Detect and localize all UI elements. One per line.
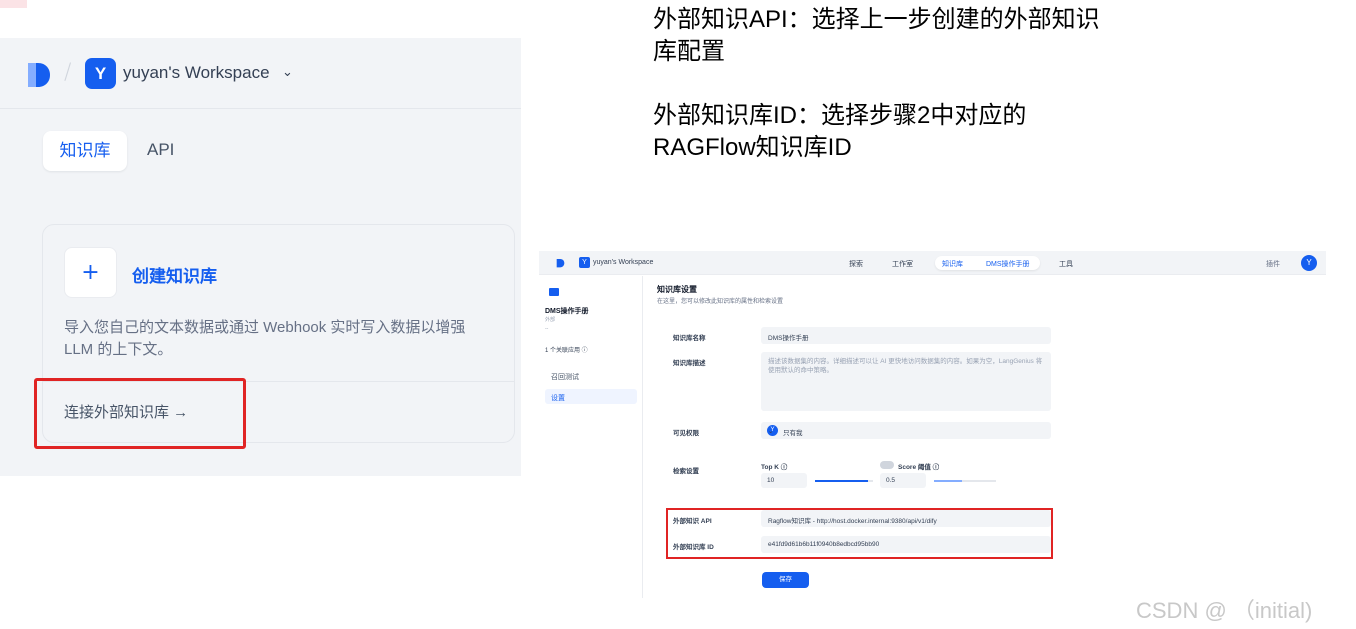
annotation-external-api: 外部知识API：选择上一步创建的外部知识库配置 xyxy=(653,6,1100,65)
nav-knowledge-pill[interactable]: 知识库 DMS操作手册 xyxy=(935,256,1040,270)
chevron-down-icon: ⌄ xyxy=(768,428,774,435)
sidebar-item-retrieval-test[interactable]: 召回测试 xyxy=(551,372,579,382)
sidebar-item-settings[interactable]: 设置 xyxy=(545,389,637,404)
breadcrumb-separator: / xyxy=(64,60,72,85)
app-logo-icon[interactable] xyxy=(26,61,52,88)
score-slider[interactable] xyxy=(934,480,996,482)
kb-sidebar: DMS操作手册 外部 -- 1 个关联应用 ⓘ 召回测试 设置 xyxy=(539,276,643,598)
folder-icon xyxy=(549,288,559,296)
watermark: CSDN @ （initial) xyxy=(1136,598,1313,623)
workspace-name[interactable]: yuyan's Workspace xyxy=(123,63,270,83)
top-header: / Y yuyan's Workspace ⌄ xyxy=(0,38,521,109)
visibility-label: 可见权限 xyxy=(673,430,699,437)
linked-apps[interactable]: 1 个关联应用 ⓘ xyxy=(545,345,588,354)
create-knowledge-description: 导入您自己的文本数据或通过 Webhook 实时写入数据以增强 LLM 的上下文… xyxy=(64,319,466,358)
highlight-box xyxy=(34,378,246,449)
user-avatar[interactable]: Y xyxy=(1301,255,1317,271)
page-subtitle: 在这里，您可以修改此知识库的属性和检索设置 xyxy=(657,299,784,305)
app-logo-icon[interactable] xyxy=(556,258,565,268)
workspace-name[interactable]: yuyan's Workspace xyxy=(593,259,653,266)
kb-name: DMS操作手册 xyxy=(545,308,589,315)
nav-explore[interactable]: 探索 xyxy=(849,259,863,269)
name-label: 知识库名称 xyxy=(673,335,706,342)
sidebar-item-label: 设置 xyxy=(551,395,565,402)
workspace-avatar[interactable]: Y xyxy=(85,58,116,89)
tab-api[interactable]: API xyxy=(147,140,174,160)
score-label: Score 阈值 ⓘ xyxy=(898,464,940,471)
nav-studio[interactable]: 工作室 xyxy=(892,259,913,269)
visibility-select[interactable]: Y 只有我 ⌄ xyxy=(761,422,1051,439)
save-button[interactable]: 保存 xyxy=(762,572,809,588)
topk-input[interactable]: 10 xyxy=(761,473,807,488)
desc-label: 知识库描述 xyxy=(673,360,706,367)
plus-icon[interactable]: + xyxy=(64,247,117,298)
nav-current-kb[interactable]: DMS操作手册 xyxy=(986,259,1030,269)
nav-knowledge[interactable]: 知识库 xyxy=(942,259,963,269)
name-field[interactable]: DMS操作手册 xyxy=(761,327,1051,344)
chevron-down-icon[interactable]: ⌄ xyxy=(282,65,293,80)
kb-type: 外部 xyxy=(545,317,556,323)
topk-label: Top K ⓘ xyxy=(761,464,788,471)
annotation-external-id: 外部知识库ID：选择步骤2中对应的RAGFlow知识库ID xyxy=(653,102,1027,161)
kb-desc: -- xyxy=(545,326,549,332)
topk-slider[interactable] xyxy=(815,480,873,482)
create-knowledge-title[interactable]: 创建知识库 xyxy=(132,262,217,287)
desc-field[interactable]: 描述该数据集的内容。详细描述可以让 AI 更快地访问数据集的内容。如果为空，La… xyxy=(761,352,1051,411)
plugins-link[interactable]: 插件 xyxy=(1266,259,1280,269)
corner-mark xyxy=(0,0,27,8)
page-title: 知识库设置 xyxy=(657,285,697,294)
nav-tools[interactable]: 工具 xyxy=(1059,259,1073,269)
score-input[interactable]: 0.5 xyxy=(880,473,926,488)
workspace-avatar[interactable]: Y xyxy=(579,257,590,268)
score-toggle[interactable] xyxy=(880,461,894,469)
settings-top-bar: Y yuyan's Workspace 探索 工作室 知识库 DMS操作手册 工… xyxy=(539,251,1326,275)
tab-knowledge[interactable]: 知识库 xyxy=(43,131,127,171)
highlight-box xyxy=(666,508,1053,559)
retrieval-label: 检索设置 xyxy=(673,468,699,475)
